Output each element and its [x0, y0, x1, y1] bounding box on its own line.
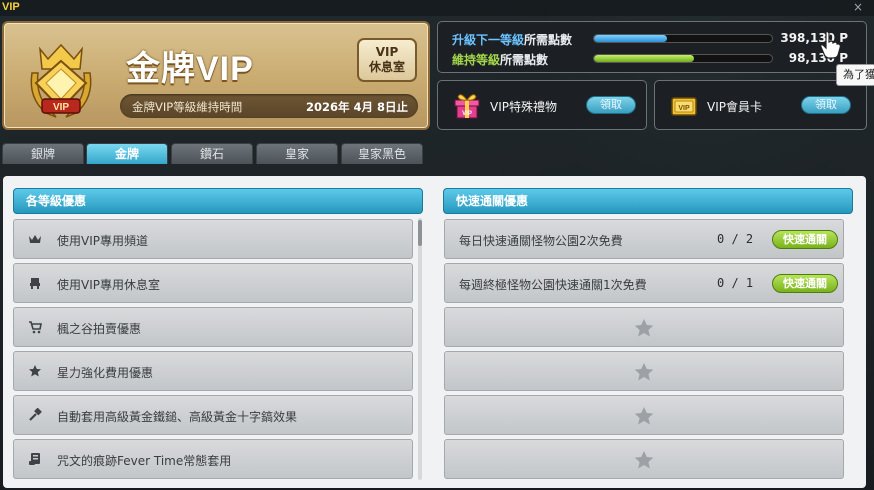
- benefit-label: 楓之谷拍賣優惠: [57, 322, 142, 336]
- benefit-item: 使用VIP專用頻道: [13, 219, 413, 259]
- empty-slot: [444, 439, 844, 479]
- next-level-highlight: 升級下一等級: [452, 33, 525, 47]
- tab-royal-black[interactable]: 皇家黑色: [341, 143, 423, 164]
- maintain-level-label: 維持等級所需點數: [452, 51, 548, 67]
- hand-cursor-icon: [820, 31, 841, 59]
- empty-slot: [444, 395, 844, 435]
- fast-clear-item: 每日快速通關怪物公園2次免費 0 / 2 快速通關: [444, 219, 844, 259]
- points-panel: 升級下一等級所需點數 398,130 P 維持等級所需點數 98,130 P: [437, 21, 867, 73]
- benefits-scroll-thumb[interactable]: [418, 220, 422, 246]
- fast-clear-button[interactable]: 快速通關: [772, 274, 838, 293]
- maintain-label: 金牌VIP等級維持時間: [132, 100, 243, 114]
- benefit-label: 星力強化費用優惠: [57, 366, 154, 380]
- scroll-icon: [29, 453, 40, 465]
- window-title: VIP: [2, 1, 20, 13]
- fast-clear-count: 0 / 2: [717, 232, 754, 246]
- title-bar[interactable]: VIP ×: [0, 0, 874, 16]
- maintain-highlight: 維持等級: [452, 53, 501, 67]
- hammer-icon: [29, 408, 42, 421]
- empty-star-icon: [634, 319, 654, 337]
- vip-window: VIP × VIP 金牌VIP VIP 休息室 金牌VIP等級維持時間 2026…: [0, 0, 874, 490]
- benefit-label: 自動套用高級黃金鐵鎚、高級黃金十字鎬效果: [57, 410, 298, 424]
- fast-clear-label: 每週終極怪物公園快速通關1次免費: [459, 278, 647, 292]
- claim-gift-button[interactable]: 領取: [586, 96, 636, 114]
- benefit-item: 自動套用高級黃金鐵鎚、高級黃金十字鎬效果: [13, 395, 413, 435]
- next-level-progress-bar: [593, 34, 773, 43]
- crown-icon: [29, 235, 41, 243]
- tooltip: 為了獲: [836, 64, 874, 86]
- maintain-date: 2026年 4月 8日止: [305, 100, 408, 114]
- lounge-label-line1: VIP: [375, 45, 399, 59]
- vip-status-card: VIP 金牌VIP VIP 休息室 金牌VIP等級維持時間 2026年 4月 8…: [2, 21, 430, 130]
- tab-diamond[interactable]: 鑽石: [171, 143, 253, 164]
- empty-slot: [444, 307, 844, 347]
- fast-clear-label: 每日快速通關怪物公園2次免費: [459, 234, 623, 248]
- claim-card-button[interactable]: 領取: [801, 96, 851, 114]
- fast-clear-button[interactable]: 快速通關: [772, 230, 838, 249]
- maintain-period-bar: 金牌VIP等級維持時間 2026年 4月 8日止: [120, 94, 418, 118]
- star-icon: [29, 365, 41, 377]
- benefits-scroll-track[interactable]: [418, 218, 422, 480]
- tab-gold[interactable]: 金牌: [86, 143, 168, 164]
- maintain-progress-bar: [593, 54, 773, 63]
- empty-slot: [444, 351, 844, 391]
- cart-icon: [29, 321, 42, 334]
- vip-lounge-button[interactable]: VIP 休息室: [357, 38, 417, 82]
- vip-card-reward: VIP VIP會員卡 領取: [654, 80, 867, 130]
- maintain-suffix: 所需點數: [500, 53, 549, 67]
- empty-star-icon: [634, 363, 654, 381]
- empty-star-icon: [634, 451, 654, 469]
- benefit-item: 楓之谷拍賣優惠: [13, 307, 413, 347]
- fast-clear-header: 快速通關優惠: [443, 188, 853, 214]
- benefit-item: 咒文的痕跡Fever Time常態套用: [13, 439, 413, 479]
- chair-icon: [30, 278, 40, 289]
- close-button[interactable]: ×: [852, 0, 864, 14]
- vip-card-icon: VIP: [671, 97, 697, 116]
- next-level-suffix: 所需點數: [524, 33, 573, 47]
- gold-vip-badge-icon: VIP: [30, 43, 92, 118]
- vip-tier-name: 金牌VIP: [126, 50, 254, 88]
- benefit-item: 使用VIP專用休息室: [13, 263, 413, 303]
- vip-gift-label: VIP特殊禮物: [490, 100, 557, 114]
- next-level-label: 升級下一等級所需點數: [452, 31, 572, 47]
- empty-star-icon: [634, 407, 654, 425]
- tier-benefits-header: 各等級優惠: [13, 188, 423, 214]
- maintain-progress-fill: [594, 55, 694, 62]
- tab-royal[interactable]: 皇家: [256, 143, 338, 164]
- fast-clear-item: 每週終極怪物公園快速通關1次免費 0 / 1 快速通關: [444, 263, 844, 303]
- badge-text: VIP: [53, 102, 69, 113]
- svg-text:VIP: VIP: [462, 111, 472, 117]
- fast-clear-count: 0 / 1: [717, 276, 754, 290]
- benefit-label: 使用VIP專用休息室: [57, 278, 160, 292]
- svg-text:VIP: VIP: [678, 105, 690, 112]
- lounge-label-line2: 休息室: [368, 60, 405, 74]
- vip-card-label: VIP會員卡: [707, 100, 762, 114]
- benefit-label: 咒文的痕跡Fever Time常態套用: [57, 454, 232, 468]
- tab-silver[interactable]: 銀牌: [2, 143, 84, 164]
- vip-gift-reward: VIP VIP特殊禮物 領取: [437, 80, 647, 130]
- next-level-progress-fill: [594, 35, 667, 42]
- gift-box-icon: VIP: [454, 94, 480, 119]
- benefit-label: 使用VIP專用頻道: [57, 234, 148, 248]
- benefit-item: 星力強化費用優惠: [13, 351, 413, 391]
